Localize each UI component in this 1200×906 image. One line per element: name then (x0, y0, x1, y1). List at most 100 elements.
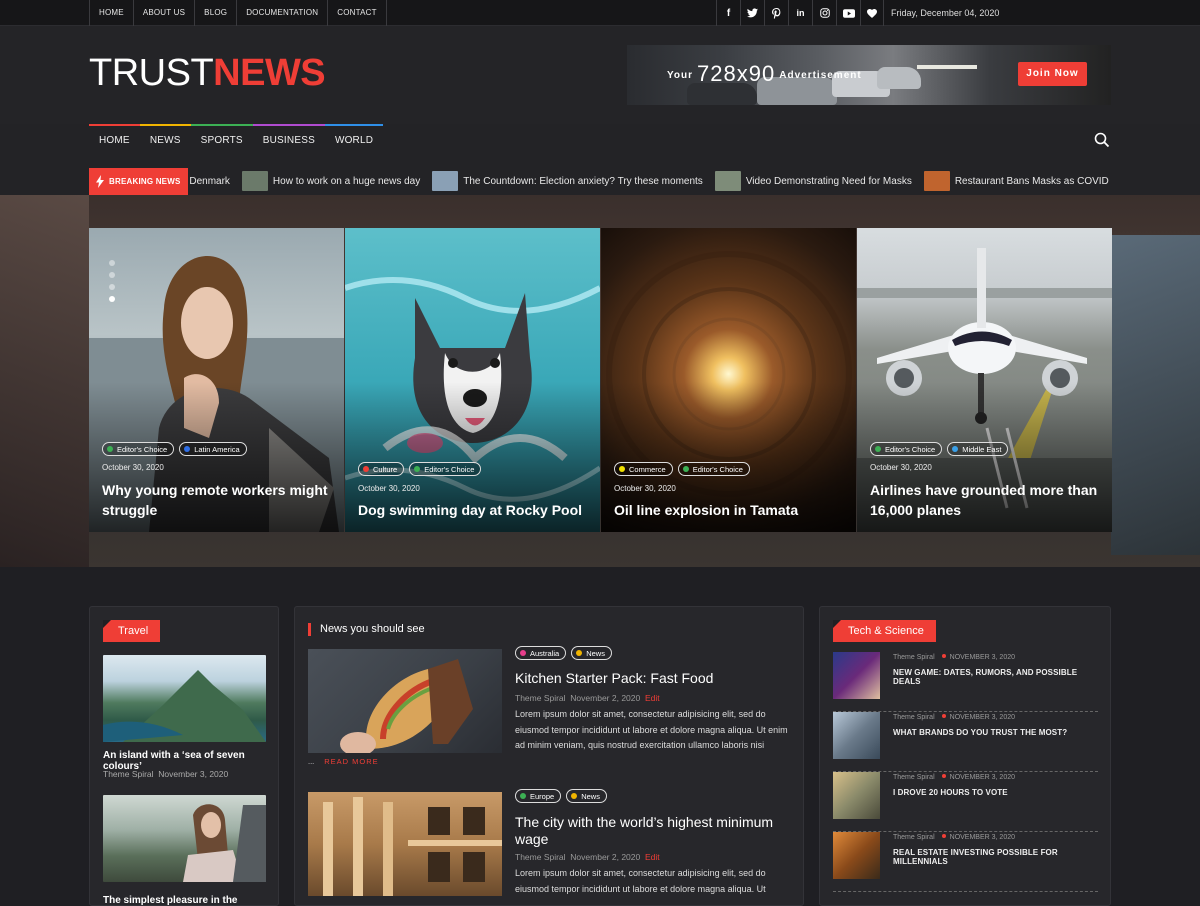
header-advertisement-banner[interactable]: Your 728x90 Advertisement Join Now (627, 45, 1111, 105)
tech-item-title[interactable]: NEW GAME: DATES, RUMORS, AND POSSIBLE DE… (893, 668, 1098, 686)
tech-item-meta: Theme Spiral NOVEMBER 3, 2020 (893, 714, 1015, 721)
slider-dot[interactable] (109, 260, 115, 266)
breaking-news-item[interactable]: How to work on a huge news day (241, 171, 420, 191)
tech-item-date: NOVEMBER 3, 2020 (949, 774, 1016, 781)
tag-editors-choice[interactable]: Editor's Choice (677, 462, 750, 476)
tag-editors-choice[interactable]: Editor's Choice (102, 442, 175, 456)
main-nav-home[interactable]: HOME (89, 124, 140, 158)
tag-label: Latin America (194, 444, 240, 454)
tag-latin-america[interactable]: Latin America (179, 442, 247, 456)
instagram-icon[interactable] (812, 0, 836, 26)
hero-card-date: October 30, 2020 (102, 463, 164, 472)
tag-commerce[interactable]: Commerce (614, 462, 673, 476)
linkedin-icon[interactable]: in (788, 0, 812, 26)
top-nav-about-us[interactable]: ABOUT US (132, 0, 194, 26)
breaking-news-ticker: Events Denmark How to work on a huge news… (188, 168, 1111, 194)
tech-heading: Tech & Science (833, 620, 936, 642)
hero-card-title[interactable]: Oil line explosion in Tamata (614, 500, 849, 520)
tag-dot (875, 446, 881, 452)
join-now-button[interactable]: Join Now (1018, 62, 1087, 86)
tag-australia[interactable]: Australia (515, 646, 567, 660)
current-date: Friday, December 04, 2020 (891, 8, 1000, 18)
breaking-news-item[interactable]: Events Denmark (188, 176, 230, 187)
slider-dot-active[interactable] (109, 296, 115, 302)
news-item-title[interactable]: The city with the world’s highest minimu… (515, 814, 785, 848)
main-nav-business[interactable]: BUSINESS (252, 124, 325, 158)
news-image-building[interactable] (308, 792, 502, 896)
travel-image-island[interactable] (103, 655, 266, 742)
tech-item-title[interactable]: I DROVE 20 HOURS TO VOTE (893, 788, 1098, 797)
nav-color-bar (89, 124, 140, 126)
tag-label: News (581, 791, 600, 801)
hero-card-3[interactable]: Commerce Editor's Choice October 30, 202… (601, 228, 856, 532)
news-image-sandwich[interactable] (308, 649, 502, 756)
breaking-news-item[interactable]: Video Demonstrating Need for Masks (714, 171, 912, 191)
news-heading: News you should see (308, 623, 425, 636)
tech-heading-text: Tech & Science (848, 625, 924, 637)
twitter-icon[interactable] (740, 0, 764, 26)
slider-dot[interactable] (109, 272, 115, 278)
news-item-tags: Australia News (515, 646, 617, 660)
main-nav-news[interactable]: NEWS (139, 124, 191, 158)
tag-news[interactable]: News (566, 789, 607, 803)
main-nav-world[interactable]: WORLD (324, 124, 384, 158)
tech-item-title[interactable]: REAL ESTATE INVESTING POSSIBLE FOR MILLE… (893, 848, 1098, 866)
hero-card-4[interactable]: Editor's Choice Middle East October 30, … (857, 228, 1112, 532)
travel-image-woman-car[interactable] (103, 795, 266, 882)
tag-editors-choice[interactable]: Editor's Choice (409, 462, 482, 476)
tag-culture[interactable]: Culture (358, 462, 405, 476)
slider-dots (109, 260, 115, 308)
tech-list-item[interactable]: Theme Spiral NOVEMBER 3, 2020 REAL ESTATE … (833, 832, 1098, 892)
tech-list-item[interactable]: Theme Spiral NOVEMBER 3, 2020 NEW GAME: DA… (833, 652, 1098, 712)
hero-card-2[interactable]: Culture Editor's Choice October 30, 2020… (345, 228, 600, 532)
hero-card-title[interactable]: Dog swimming day at Rocky Pool (358, 500, 593, 520)
top-nav-contact[interactable]: CONTACT (327, 0, 387, 26)
woman-car (183, 804, 266, 882)
main-navigation: HOME NEWS SPORTS BUSINESS WORLD (0, 124, 1200, 158)
search-icon[interactable] (1094, 132, 1110, 148)
edit-link[interactable]: Edit (645, 852, 660, 862)
breaking-news-item[interactable]: Restaurant Bans Masks as COVID Cases (923, 171, 1111, 191)
facebook-icon[interactable]: f (716, 0, 740, 26)
hero-card-tags: Commerce Editor's Choice (614, 462, 755, 476)
social-links: f in (716, 0, 884, 26)
news-item-meta: Theme Spiral November 2, 2020 Edit (515, 693, 660, 703)
hero-card-title[interactable]: Why young remote workers might struggle (102, 480, 337, 520)
tag-dot (571, 793, 578, 799)
top-nav-home[interactable]: HOME (89, 0, 133, 26)
tech-list-item[interactable]: Theme Spiral NOVEMBER 3, 2020 I DROVE 20 H… (833, 772, 1098, 832)
youtube-icon[interactable] (836, 0, 860, 26)
tech-thumbnail[interactable] (833, 712, 880, 759)
slider-dot[interactable] (109, 284, 115, 290)
read-more-link[interactable]: ... READ MORE (308, 757, 379, 766)
tech-thumbnail[interactable] (833, 832, 880, 879)
logo-part-news: NEWS (213, 52, 326, 94)
main-nav-sports[interactable]: SPORTS (190, 124, 253, 158)
travel-item-title[interactable]: The simplest pleasure in the (103, 895, 237, 906)
tech-thumbnail[interactable] (833, 652, 880, 699)
heart-icon[interactable] (860, 0, 884, 26)
tech-item-title[interactable]: WHAT BRANDS DO YOU TRUST THE MOST? (893, 728, 1098, 737)
parked-car-4 (877, 67, 921, 89)
tag-news[interactable]: News (571, 646, 612, 660)
travel-heading: Travel (103, 620, 161, 642)
tag-editors-choice[interactable]: Editor's Choice (870, 442, 943, 456)
top-nav-blog[interactable]: BLOG (194, 0, 236, 26)
top-bar: HOME ABOUT US BLOG DOCUMENTATION CONTACT… (0, 0, 1200, 26)
breaking-news-item[interactable]: The Countdown: Election anxiety? Try the… (432, 171, 703, 191)
hero-card-title[interactable]: Airlines have grounded more than 16,000 … (870, 480, 1105, 520)
hero-card-1[interactable]: Editor's Choice Latin America October 30… (89, 228, 344, 532)
edit-link[interactable]: Edit (645, 693, 660, 703)
site-logo[interactable]: TRUSTNEWS (89, 52, 326, 94)
top-nav-documentation[interactable]: DOCUMENTATION (236, 0, 327, 26)
meta-bullet (941, 714, 946, 718)
pinterest-icon[interactable] (764, 0, 788, 26)
tech-item-author: Theme Spiral (893, 774, 935, 781)
news-item-author: Theme Spiral (515, 693, 566, 703)
breaking-news-text: Events Denmark (188, 175, 230, 187)
tag-middle-east[interactable]: Middle East (947, 442, 1009, 456)
news-item-title[interactable]: Kitchen Starter Pack: Fast Food (515, 670, 785, 687)
tech-thumbnail[interactable] (833, 772, 880, 819)
tag-europe[interactable]: Europe (515, 789, 562, 803)
tech-list-item[interactable]: Theme Spiral NOVEMBER 3, 2020 WHAT BRANDS … (833, 712, 1098, 772)
